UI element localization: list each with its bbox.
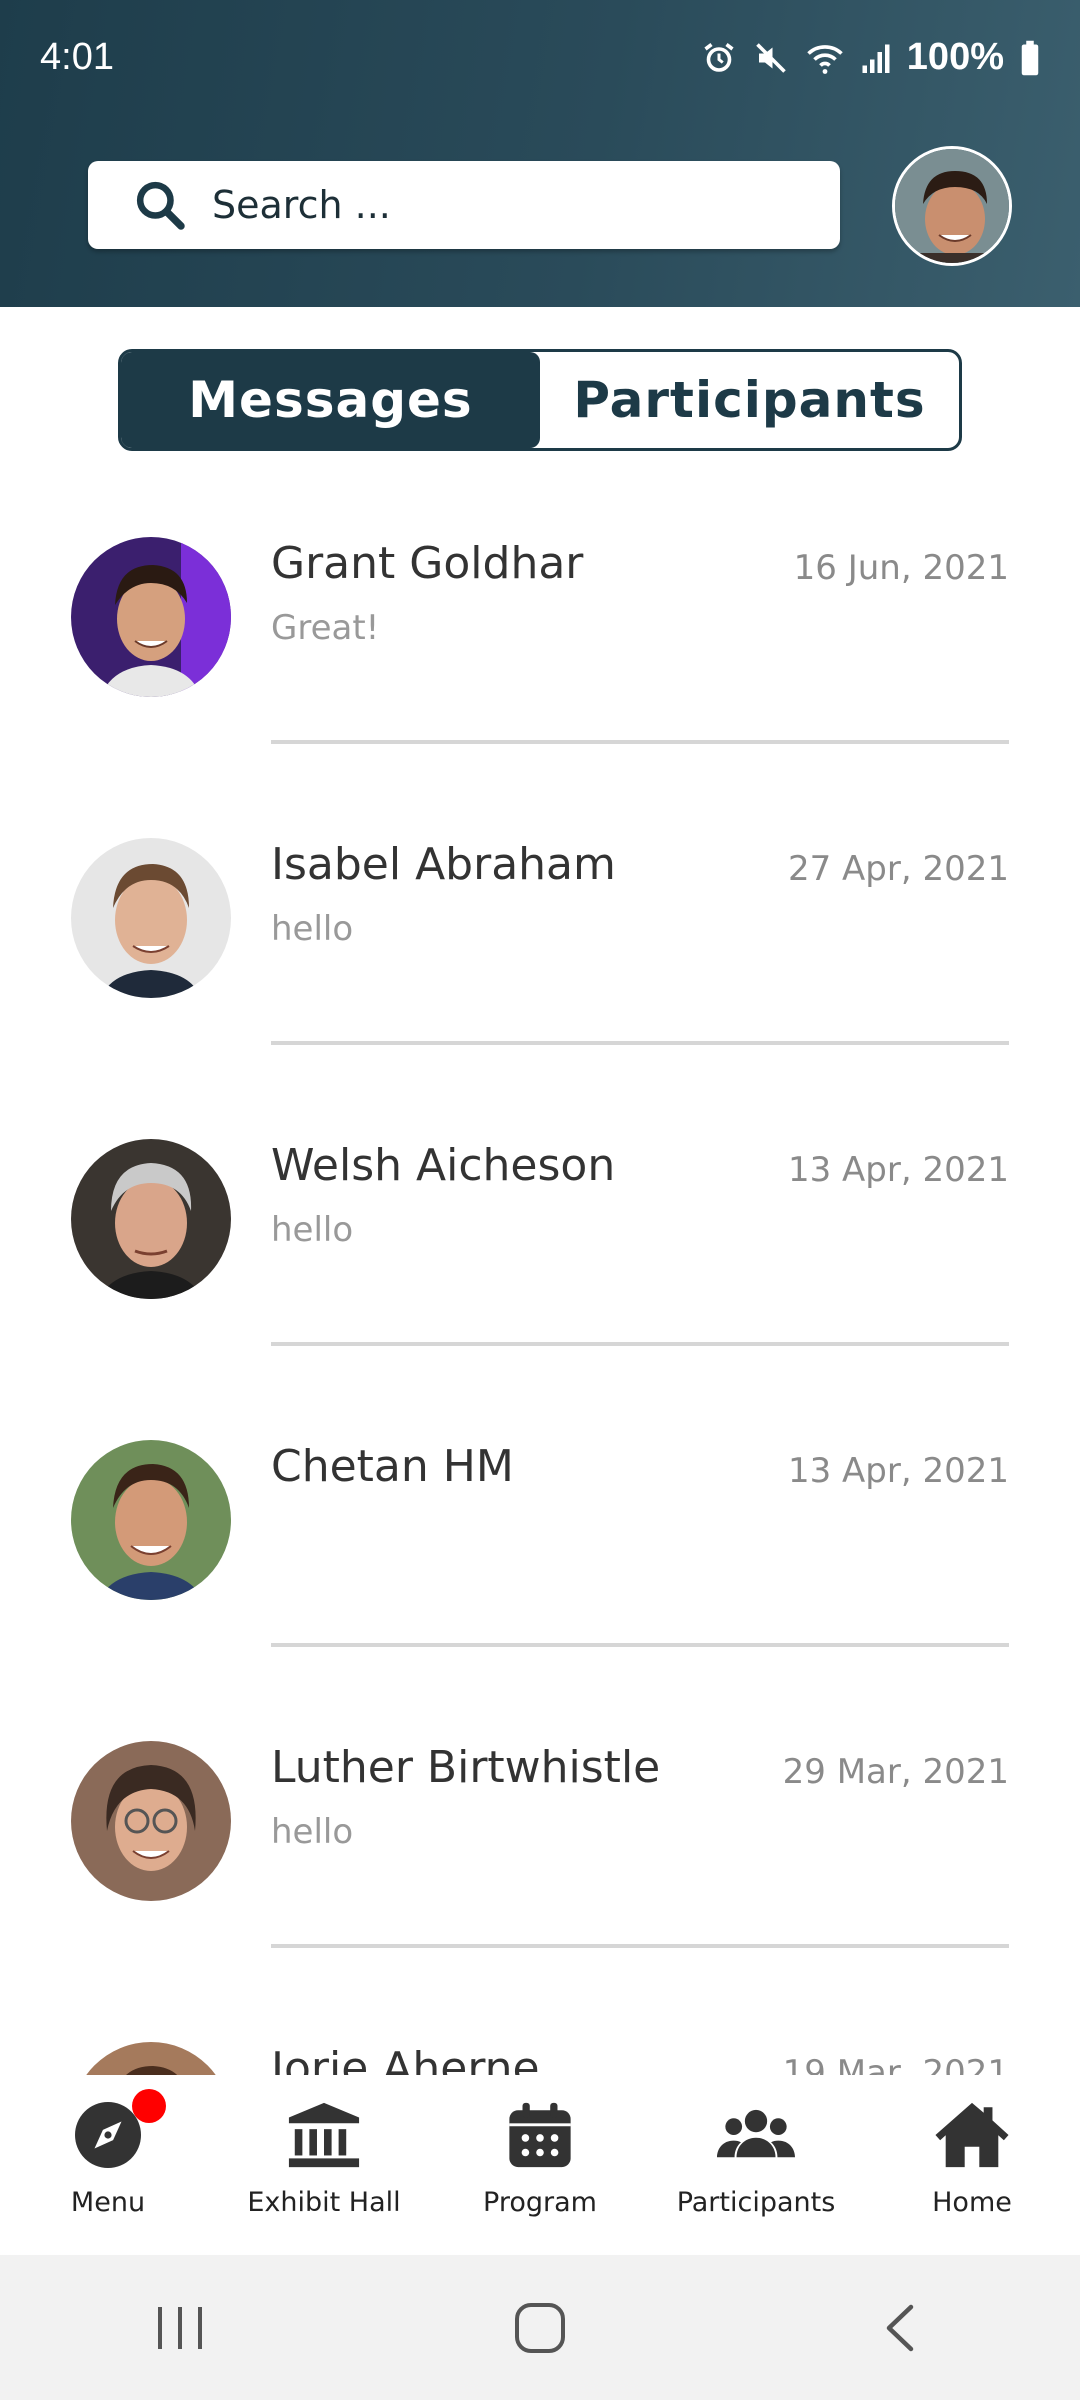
signal-icon: [861, 40, 891, 76]
nav-menu[interactable]: Menu: [0, 2075, 216, 2218]
tab-messages[interactable]: Messages: [121, 352, 540, 448]
notification-badge: [132, 2089, 166, 2123]
conversation-row[interactable]: Welsh Aicheson 13 Apr, 2021 hello: [0, 1107, 1080, 1408]
nav-exhibit-hall[interactable]: Exhibit Hall: [216, 2075, 432, 2218]
row-divider: [271, 1643, 1009, 1647]
contact-name: Luther Birtwhistle: [271, 1742, 661, 1793]
search-icon: [136, 181, 185, 230]
app-header: 4:01 100%: [0, 0, 1080, 307]
home-button[interactable]: [480, 2278, 600, 2378]
search-input[interactable]: [212, 183, 772, 227]
back-button[interactable]: [840, 2278, 960, 2378]
users-icon: [716, 2095, 796, 2175]
mute-icon: [753, 40, 789, 76]
back-icon: [886, 2304, 914, 2351]
row-divider: [271, 1041, 1009, 1045]
contact-name: Welsh Aicheson: [271, 1140, 616, 1191]
message-preview: Great!: [271, 608, 380, 648]
nav-program[interactable]: Program: [432, 2075, 648, 2218]
recents-button[interactable]: [120, 2278, 240, 2378]
contact-avatar: [71, 2042, 231, 2075]
wifi-icon: [805, 40, 845, 76]
contact-avatar: [71, 1139, 231, 1299]
message-date: 16 Jun, 2021: [793, 548, 1009, 588]
row-divider: [271, 740, 1009, 744]
contact-avatar: [71, 1741, 231, 1901]
conversation-row[interactable]: Chetan HM 13 Apr, 2021: [0, 1408, 1080, 1709]
tab-participants[interactable]: Participants: [540, 352, 959, 448]
conversation-row[interactable]: Isabel Abraham 27 Apr, 2021 hello: [0, 806, 1080, 1107]
battery-icon: [1020, 40, 1040, 76]
conversation-row[interactable]: Luther Birtwhistle 29 Mar, 2021 hello: [0, 1709, 1080, 2010]
contact-avatar: [71, 838, 231, 998]
nav-label: Menu: [70, 2187, 146, 2218]
row-divider: [271, 1944, 1009, 1948]
message-preview: hello: [271, 909, 354, 949]
nav-home[interactable]: Home: [864, 2075, 1080, 2218]
message-date: 13 Apr, 2021: [787, 1150, 1009, 1190]
message-date: 29 Mar, 2021: [782, 1752, 1009, 1792]
message-preview: hello: [271, 1210, 354, 1250]
recents-icon: [158, 2306, 202, 2349]
status-icons: 100%: [701, 36, 1040, 79]
nav-label: Home: [932, 2187, 1012, 2218]
alarm-icon: [701, 40, 737, 76]
contact-name: Isabel Abraham: [271, 839, 616, 890]
status-bar: 4:01 100%: [0, 0, 1080, 120]
nav-label: Participants: [676, 2187, 836, 2218]
contact-avatar: [71, 1440, 231, 1600]
segmented-tabs: Messages Participants: [118, 349, 962, 451]
conversation-list: Grant Goldhar 16 Jun, 2021 Great! Isabel…: [0, 505, 1080, 2075]
message-date: 27 Apr, 2021: [787, 849, 1009, 889]
battery-percentage: 100%: [906, 36, 1004, 78]
search-bar[interactable]: [88, 161, 840, 249]
contact-name: Chetan HM: [271, 1441, 514, 1492]
message-date: 19 Mar, 2021: [782, 2053, 1009, 2075]
conversation-row[interactable]: Jorie Aherne 19 Mar, 2021: [0, 2010, 1080, 2075]
nav-label: Program: [483, 2187, 597, 2218]
bottom-navigation: Menu Exhibit Hall Program Participants H…: [0, 2075, 1080, 2255]
system-navigation-bar: [0, 2255, 1080, 2400]
conversation-row[interactable]: Grant Goldhar 16 Jun, 2021 Great!: [0, 505, 1080, 806]
nav-participants[interactable]: Participants: [648, 2075, 864, 2218]
status-time: 4:01: [40, 36, 114, 78]
message-preview: hello: [271, 1812, 354, 1852]
nav-label: Exhibit Hall: [247, 2187, 401, 2218]
calendar-icon: [500, 2095, 580, 2175]
contact-name: Jorie Aherne: [271, 2043, 540, 2075]
contact-avatar: [71, 537, 231, 697]
contact-name: Grant Goldhar: [271, 538, 584, 589]
message-date: 13 Apr, 2021: [787, 1451, 1009, 1491]
home-icon: [932, 2095, 1012, 2175]
row-divider: [271, 1342, 1009, 1346]
building-columns-icon: [284, 2095, 364, 2175]
home-circle-icon: [515, 2302, 565, 2353]
profile-avatar[interactable]: [892, 146, 1012, 266]
